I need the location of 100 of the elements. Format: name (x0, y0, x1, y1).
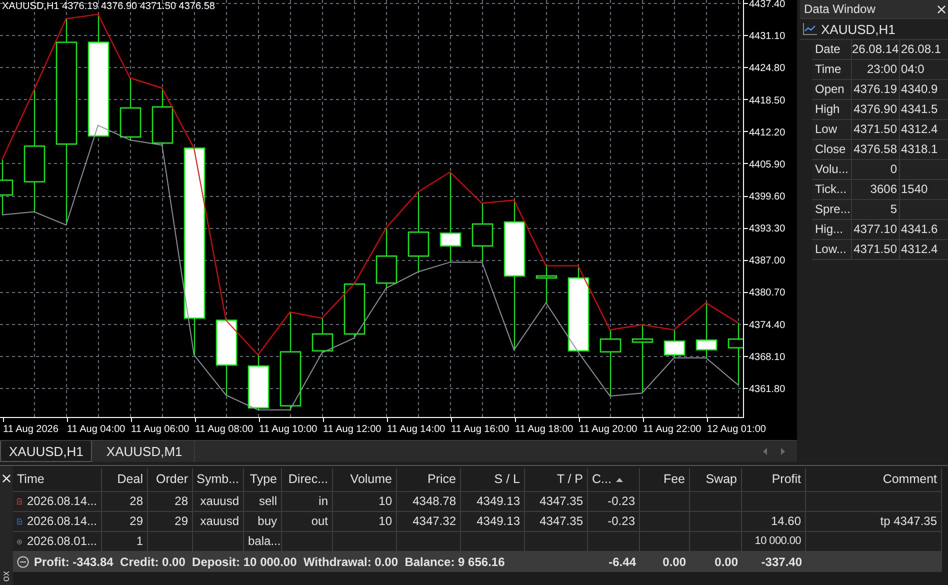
price-label: 4399.60 (749, 192, 786, 203)
close-icon[interactable] (937, 4, 946, 14)
column-header[interactable]: Swap (690, 468, 742, 492)
field-value: 4376.19 (852, 80, 900, 100)
time-label: 11 Aug 14:00 (387, 424, 446, 435)
candlestick (696, 302, 718, 358)
field-value: 4371.50 (852, 120, 900, 140)
summary-text: Profit: -343.84 Credit: 0.00 Deposit: 10 000.00 Withdrawal: 0.00 Balance: 9 656.16 (34, 554, 505, 570)
column-header[interactable]: Time (13, 468, 102, 492)
table-cell-text: 29 (130, 513, 143, 530)
field-value: 4376.90 (852, 100, 900, 120)
field-label: Spre... (812, 200, 852, 220)
time-label: 11 Aug 10:00 (259, 424, 318, 435)
table-cell-text: 4349.13 (476, 513, 520, 530)
table-cell-text: 28 (174, 493, 188, 510)
table-cell-text: 14.60 (770, 513, 801, 530)
table-cell-text: 2026.08.14... (26, 513, 97, 530)
scroll-right-icon[interactable] (779, 447, 787, 456)
time-label: 11 Aug 18:00 (515, 424, 574, 435)
table-cell-text: 10 (378, 493, 392, 510)
field-value: 0 (852, 160, 900, 180)
time-label: 11 Aug 08:00 (195, 424, 254, 435)
time-label: 11 Aug 22:00 (643, 424, 702, 435)
field-label: Volu... (812, 160, 852, 180)
table-cell-text: 2026.08.01... (26, 533, 97, 550)
table-cell-text: xauusd (200, 513, 239, 530)
table-cell-text: 10 (378, 513, 392, 530)
candlestick (472, 202, 494, 263)
table-cell-text: 2026.08.14... (26, 493, 97, 510)
column-header[interactable]: Volume (333, 468, 397, 492)
price-label: 4393.30 (749, 224, 786, 235)
time-label: 11 Aug 2026 (3, 424, 58, 435)
table-row[interactable]: 2026.08.14... 28 28 xauusd sell in 10 4348.78 4349.13 4347.35 -0.23 (13, 492, 942, 512)
column-header[interactable]: Price (397, 468, 461, 492)
price-label: 4431.10 (749, 31, 786, 42)
chart-tab[interactable]: XAUUSD,M1 (92, 441, 196, 462)
symbol-label: XAUUSD,H1 (821, 22, 896, 36)
table-row[interactable]: 2026.08.14... 29 29 xauusd buy out 10 4347.32 4349.13 4347.35 -0.23 14.60 tp 4347.35 (13, 512, 942, 532)
table-cell-text: 4348.78 (412, 493, 456, 510)
field-label: High (812, 100, 852, 120)
column-header[interactable]: Fee (640, 468, 690, 492)
column-header[interactable]: S / L (461, 468, 525, 492)
table-cell-text: xauusd (200, 493, 239, 510)
panel-side-label: ox (2, 571, 12, 582)
chart-legend: XAUUSD,H1 4376.19 4376.90 4371.50 4376.58 (2, 1, 215, 12)
price-label: 4418.50 (749, 95, 786, 106)
column-header[interactable]: Deal (102, 468, 148, 492)
price-label: 4368.10 (749, 352, 786, 363)
sort-icon (616, 478, 624, 482)
candlestick (728, 322, 743, 386)
field-label: Low (812, 120, 852, 140)
chart-tab[interactable]: XAUUSD,H1 (0, 441, 92, 462)
column-header[interactable]: Type (244, 468, 282, 492)
time-label: 11 Aug 04:00 (67, 424, 126, 435)
table-cell-text: sell (258, 493, 277, 510)
field-label: Close (812, 140, 852, 160)
candlestick (152, 88, 174, 146)
table-cell-text: 4347.35 (540, 493, 583, 510)
price-label: 4405.90 (749, 159, 786, 170)
field-value: 4376.58 (852, 140, 900, 160)
table-cell-text: 29 (174, 513, 188, 530)
field-label: Time (812, 60, 852, 80)
column-header[interactable]: Comment (806, 468, 942, 492)
summary-cell-text: -337.40 (761, 554, 802, 570)
field-value: 4377.10 (852, 220, 900, 240)
summary-cell-text: 0.00 (714, 554, 738, 570)
column-header[interactable]: Direc... (282, 468, 333, 492)
field-value: 26.08.14 (852, 40, 900, 60)
table-cell-text: 4347.35 (540, 513, 583, 530)
table-cell-text: tp 4347.35 (880, 513, 937, 530)
column-header[interactable]: Profit (742, 468, 806, 492)
field-label: Low... (812, 240, 852, 260)
time-label: 11 Aug 06:00 (131, 424, 190, 435)
candlestick (248, 354, 270, 410)
column-header[interactable]: Order (148, 468, 193, 492)
collapse-icon[interactable] (17, 556, 29, 568)
time-label: 11 Aug 20:00 (579, 424, 638, 435)
field-label: Open (812, 80, 852, 100)
close-icon[interactable] (2, 474, 11, 483)
table-row[interactable]: 2026.08.01... 1 bala... 10 000.00 (13, 532, 942, 552)
summary-cell-text: 0.00 (662, 554, 686, 570)
column-header[interactable]: Symb... (193, 468, 244, 492)
price-label: 4437.40 (749, 0, 786, 10)
price-label: 4387.00 (749, 256, 786, 267)
table-cell-text: 4347.32 (412, 513, 456, 530)
time-label: 12 Aug 01:00 (707, 424, 766, 435)
table-cell-text: -0.23 (608, 513, 635, 530)
candlestick (376, 228, 398, 289)
field-value: 4371.50 (852, 240, 900, 260)
candlestick (312, 318, 334, 354)
table-cell-text: in (318, 493, 328, 510)
candlestick (344, 284, 366, 339)
table-cell-text: -0.23 (608, 493, 635, 510)
candlestick (632, 324, 654, 394)
scroll-left-icon[interactable] (761, 447, 769, 456)
column-header[interactable]: C... (588, 468, 640, 492)
table-cell-text: 10 000.00 (754, 534, 801, 549)
candlestick (664, 329, 686, 358)
column-header[interactable]: T / P (525, 468, 588, 492)
table-cell-text: bala... (248, 533, 281, 550)
